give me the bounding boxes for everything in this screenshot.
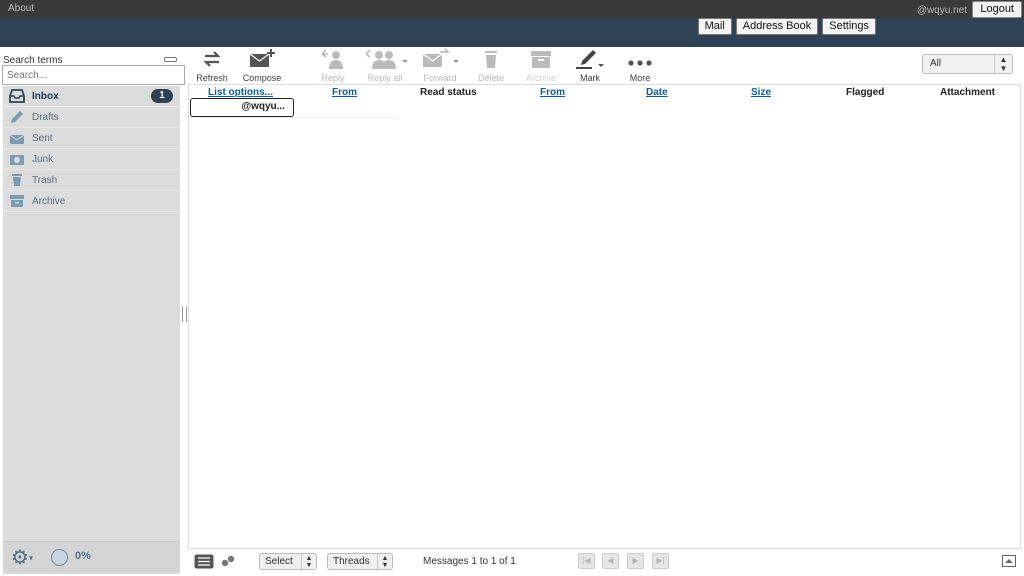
folder-label: Drafts [32,111,59,123]
more-button[interactable]: More [624,48,656,83]
pencil-icon [11,111,23,123]
message-list: List options... From Read status From Da… [188,84,1021,573]
about-link[interactable]: About [8,3,34,14]
chevron-up-down-icon: ▲ ▼ [301,554,316,569]
forward-label: Forward [423,73,457,83]
refresh-label: Refresh [196,73,228,83]
threads-toggle-icon[interactable] [221,555,235,567]
message-list-footer: Select ▲ ▼ Threads ▲ ▼ Messages 1 to 1 of … [188,548,1021,573]
archive-button[interactable]: Archive [524,48,558,83]
attachment-column-header: Attachment [940,87,996,98]
last-page-icon[interactable]: ▶| [652,553,669,569]
message-from-cell[interactable]: @wqyu... [190,98,294,117]
folder-junk[interactable]: Junk [3,149,180,170]
folder-trash[interactable]: Trash [3,170,180,191]
folder-label: Archive [32,195,66,207]
search-input[interactable] [2,65,185,85]
quota-percent: 0% [75,550,91,562]
table-row[interactable]: @wqyu... [189,98,397,118]
reply-all-label: Reply all [367,73,403,83]
refresh-icon [203,51,221,67]
reply-icon [321,49,343,69]
forward-button[interactable]: Forward [420,48,460,83]
preview-toggle-icon[interactable] [1002,555,1016,567]
sent-icon [9,134,25,144]
pencil-icon [576,50,604,69]
filter-select[interactable]: All ▲ ▼ [922,54,1013,74]
next-page-icon[interactable]: ▶ [627,553,644,569]
folder-drafts[interactable]: Drafts [3,107,180,128]
task-menu: Mail Address Book Settings [697,18,876,35]
compose-label: Compose [242,73,282,83]
trash-icon [485,51,497,68]
folder-inbox[interactable]: Inbox 1 [3,86,180,107]
reply-label: Reply [321,73,345,83]
list-view-icon[interactable] [194,554,214,569]
inbox-icon [9,89,25,103]
gear-icon[interactable]: ⚙▾ [11,548,37,570]
more-label: More [629,73,651,83]
mark-button[interactable]: Mark [574,48,606,83]
folder-label: Inbox [32,90,59,102]
previous-page-icon[interactable]: ◀ [602,553,619,569]
reply-all-icon [365,49,408,69]
pane-splitter-handle[interactable] [182,306,187,322]
date-column-header[interactable]: Date [646,87,668,98]
read-status-column-header: Read status [420,87,477,98]
folder-sent[interactable]: Sent [3,128,180,149]
delete-button[interactable]: Delete [476,48,506,83]
archive-label: Archive [525,73,556,83]
folder-list: Inbox 1 Drafts Sent Junk Trash Archive [3,86,180,574]
delete-label: Delete [477,73,504,83]
folder-label: Trash [32,174,58,186]
select-label: Select [265,556,293,567]
username-label: @wqyu.net [916,5,967,16]
mail-task-button[interactable]: Mail [697,18,732,35]
flagged-column-header: Flagged [846,87,885,98]
archive-icon [10,195,24,207]
reply-all-button[interactable]: Reply all [364,48,408,83]
trash-icon [12,174,22,186]
mark-label: Mark [580,73,600,83]
settings-task-button[interactable]: Settings [822,18,876,35]
compose-icon [249,49,275,67]
message-list-header: List options... From Read status From Da… [189,86,1022,100]
refresh-button[interactable]: Refresh [194,48,230,83]
first-page-icon[interactable]: |◀ [578,553,595,569]
search-options-toggle[interactable] [164,57,177,62]
from-column-header-2[interactable]: From [540,87,565,98]
folder-archive[interactable]: Archive [3,191,180,212]
junk-icon [10,155,24,165]
quota-indicator-icon [51,549,68,566]
forward-icon [422,48,459,67]
reply-button[interactable]: Reply [316,48,350,83]
filter-selected-value: All [930,58,942,69]
addressbook-task-button[interactable]: Address Book [735,18,819,35]
folder-label: Sent [32,132,53,144]
select-menu-button[interactable]: Select ▲ ▼ [259,553,317,570]
size-column-header[interactable]: Size [751,87,771,98]
message-count: Messages 1 to 1 of 1 [423,556,516,567]
top-line-bar: About @wqyu.net Logout [0,0,1024,18]
folder-label: Junk [32,153,54,165]
logout-button[interactable]: Logout [972,1,1022,18]
threads-menu-button[interactable]: Threads ▲ ▼ [327,553,393,570]
from-column-header[interactable]: From [332,87,357,98]
chevron-up-down-icon: ▲ ▼ [377,554,392,569]
compose-button[interactable]: Compose [240,48,284,83]
more-dots-icon [628,60,652,66]
unread-count-badge: 1 [151,89,173,103]
folder-pane-footer: ⚙▾ 0% [3,541,180,573]
chevron-up-down-icon: ▲ ▼ [994,55,1012,73]
list-options-link[interactable]: List options... [208,87,273,98]
archive-icon [531,51,551,68]
threads-label: Threads [333,556,370,567]
